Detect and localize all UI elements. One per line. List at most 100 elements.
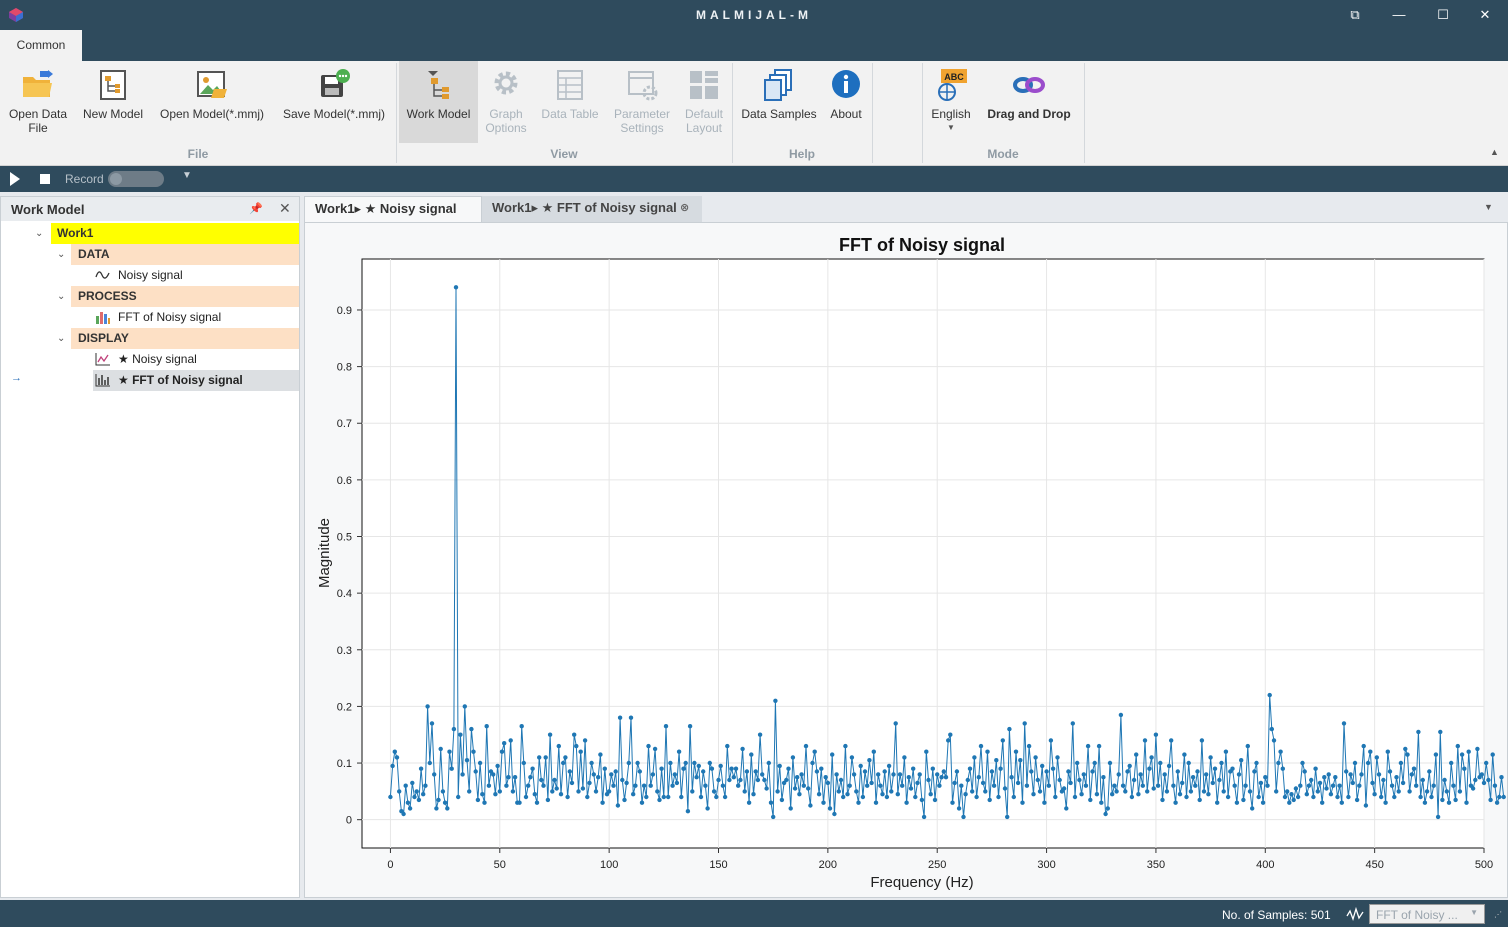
drag-and-drop-button[interactable]: Drag and Drop — [980, 61, 1078, 143]
work-model-button[interactable]: Work Model — [399, 61, 478, 143]
close-panel-icon[interactable]: ✕ — [279, 200, 291, 217]
data-point — [705, 806, 710, 811]
language-icon: ABC — [938, 69, 967, 101]
data-point — [1125, 769, 1130, 774]
collapse-icon[interactable]: ⌄ — [57, 244, 65, 265]
process-item-label: FFT of Noisy signal — [118, 310, 222, 324]
tree-data-category[interactable]: ⌄ DATA — [51, 244, 299, 265]
data-point — [731, 775, 736, 780]
pin-icon[interactable]: 📌 — [249, 202, 263, 215]
save-model-label: Save Model(*.mmj) — [282, 107, 386, 121]
data-point — [1320, 800, 1325, 805]
tab-fft-noisy-signal[interactable]: Work1▸ ★ FFT of Noisy signal ⊗ — [482, 196, 702, 222]
close-button[interactable]: ✕ — [1476, 6, 1494, 24]
data-table-button[interactable]: Data Table — [536, 61, 604, 143]
tree-root[interactable]: ⌄ Work1 — [29, 223, 299, 244]
data-point — [1107, 760, 1113, 766]
data-point — [1177, 792, 1183, 797]
data-point — [1239, 758, 1244, 763]
restore-layout-button[interactable]: ⧉ — [1346, 6, 1364, 24]
tree-item-fft[interactable]: FFT of Noisy signal — [93, 307, 299, 328]
about-button[interactable]: About — [824, 61, 868, 143]
language-button[interactable]: ABC English ▼ — [928, 61, 974, 143]
play-icon[interactable] — [10, 172, 20, 186]
maximize-button[interactable]: ☐ — [1434, 6, 1452, 24]
data-point — [1061, 786, 1067, 791]
data-point — [948, 732, 953, 737]
collapse-ribbon-icon[interactable]: ▲ — [1490, 147, 1499, 157]
tree-display-category[interactable]: ⌄ DISPLAY — [51, 328, 299, 349]
data-point — [784, 777, 789, 783]
data-point — [582, 738, 588, 743]
tree-item-display-noisy[interactable]: ★ Noisy signal — [93, 349, 299, 370]
data-point — [1208, 755, 1213, 760]
resize-grip-icon[interactable]: ⋰ — [1494, 910, 1502, 919]
data-point — [1225, 794, 1231, 800]
tabs-dropdown-icon[interactable]: ▼ — [1484, 202, 1493, 212]
display-selector[interactable]: FFT of Noisy ... ▼ — [1369, 904, 1485, 924]
data-point — [1291, 797, 1296, 803]
data-point — [1055, 755, 1060, 760]
data-point — [1431, 783, 1436, 788]
data-point — [834, 772, 839, 777]
open-model-button[interactable]: Open Model(*.mmj) — [154, 61, 270, 143]
data-point — [458, 732, 463, 737]
data-point — [1070, 721, 1075, 726]
tree-process-category[interactable]: ⌄ PROCESS — [51, 286, 299, 307]
plot-area — [361, 258, 1485, 849]
data-point — [530, 766, 535, 771]
work-model-icon — [427, 71, 449, 99]
data-point — [1433, 752, 1439, 757]
data-samples-button[interactable]: Data Samples — [738, 61, 820, 143]
open-data-file-button[interactable]: Open Data File — [4, 61, 72, 143]
data-point — [502, 741, 507, 746]
data-point — [1188, 789, 1194, 794]
data-point — [1092, 760, 1097, 766]
data-point — [620, 777, 625, 783]
collapse-icon[interactable]: ⌄ — [35, 223, 43, 244]
data-point — [1411, 766, 1417, 771]
data-point — [1197, 797, 1202, 803]
collapse-icon[interactable]: ⌄ — [57, 328, 65, 349]
save-model-button[interactable]: Save Model(*.mmj) — [278, 61, 390, 143]
data-point — [567, 769, 572, 774]
y-tick-label: 0 — [346, 815, 352, 827]
data-point — [937, 783, 942, 788]
parameter-settings-button[interactable]: Parameter Settings — [608, 61, 676, 143]
data-point — [1077, 777, 1082, 783]
data-point — [1326, 772, 1331, 777]
data-point — [412, 794, 417, 800]
data-point — [394, 755, 400, 760]
data-point — [718, 763, 723, 769]
tab-common[interactable]: Common — [0, 30, 82, 61]
tree-item-display-fft[interactable]: ★ FFT of Noisy signal — [93, 370, 299, 391]
data-samples-label: Data Samples — [741, 107, 817, 121]
graph-options-button[interactable]: Graph Options — [480, 61, 532, 143]
tab-noisy-signal[interactable]: Work1▸ ★ Noisy signal — [304, 196, 482, 222]
new-model-button[interactable]: New Model — [78, 61, 148, 143]
title-bar: MALMIJAL-M ⧉ — ☐ ✕ — [0, 0, 1508, 30]
stop-icon[interactable] — [40, 174, 50, 184]
fft-chart[interactable]: FFT of Noisy signal 0 50 100 150 200 250 300 35… — [305, 223, 1507, 897]
data-point — [534, 800, 540, 805]
data-point — [1466, 749, 1471, 754]
data-point — [1440, 797, 1445, 803]
tree-item-noisy-signal[interactable]: Noisy signal — [93, 265, 299, 286]
record-toggle[interactable] — [108, 171, 164, 187]
data-point — [913, 794, 918, 800]
data-point — [740, 746, 745, 752]
ribbon-tab-strip: Common — [0, 30, 1508, 61]
data-point — [666, 794, 671, 800]
data-point — [854, 789, 859, 794]
data-point — [725, 743, 730, 749]
minimize-button[interactable]: — — [1390, 6, 1408, 24]
collapse-icon[interactable]: ⌄ — [57, 286, 65, 307]
close-tab-icon[interactable]: ⊗ — [680, 196, 689, 220]
data-point — [1354, 797, 1360, 803]
data-point — [563, 755, 568, 760]
data-point — [1389, 783, 1395, 788]
data-point — [1184, 794, 1189, 800]
record-dropdown-icon[interactable]: ▼ — [182, 170, 192, 181]
data-point — [965, 777, 970, 783]
default-layout-button[interactable]: Default Layout — [678, 61, 730, 143]
